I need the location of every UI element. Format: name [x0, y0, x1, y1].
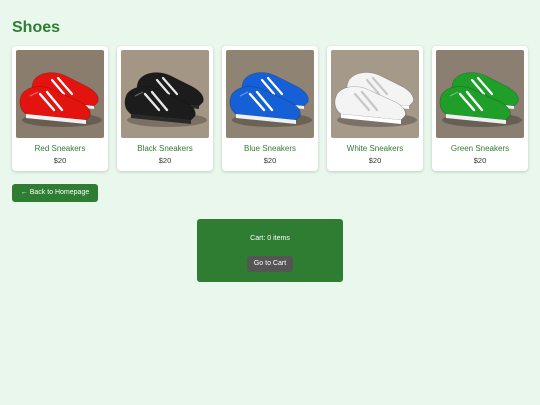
- sneaker-icon: [436, 50, 524, 138]
- product-card-black[interactable]: Black Sneakers $20: [117, 46, 213, 171]
- shoes-page: Shoes Red Sneakers $20 Black Sneakers $2…: [0, 0, 540, 405]
- product-image: [436, 50, 524, 138]
- sneaker-icon: [16, 50, 104, 138]
- product-grid: Red Sneakers $20 Black Sneakers $20 Blue…: [12, 46, 528, 171]
- product-card-green[interactable]: Green Sneakers $20: [432, 46, 528, 171]
- product-card-blue[interactable]: Blue Sneakers $20: [222, 46, 318, 171]
- product-price: $20: [53, 156, 67, 165]
- product-price: $20: [158, 156, 172, 165]
- product-name: Black Sneakers: [137, 144, 193, 153]
- product-image: [16, 50, 104, 138]
- back-to-homepage-button[interactable]: ← Back to Homepage: [12, 184, 98, 202]
- cart-panel: Cart: 0 items Go to Cart: [197, 219, 343, 282]
- product-price: $20: [473, 156, 487, 165]
- product-name: Red Sneakers: [34, 144, 86, 153]
- product-price: $20: [263, 156, 277, 165]
- product-name: White Sneakers: [346, 144, 404, 153]
- product-card-white[interactable]: White Sneakers $20: [327, 46, 423, 171]
- sneaker-icon: [331, 50, 419, 138]
- product-image: [331, 50, 419, 138]
- sneaker-icon: [121, 50, 209, 138]
- product-name: Blue Sneakers: [243, 144, 297, 153]
- sneaker-icon: [226, 50, 314, 138]
- product-card-red[interactable]: Red Sneakers $20: [12, 46, 108, 171]
- go-to-cart-button[interactable]: Go to Cart: [247, 256, 293, 272]
- product-image: [226, 50, 314, 138]
- page-title: Shoes: [12, 19, 61, 36]
- cart-count: Cart: 0 items: [250, 235, 290, 242]
- product-image: [121, 50, 209, 138]
- product-name: Green Sneakers: [450, 144, 510, 153]
- product-price: $20: [368, 156, 382, 165]
